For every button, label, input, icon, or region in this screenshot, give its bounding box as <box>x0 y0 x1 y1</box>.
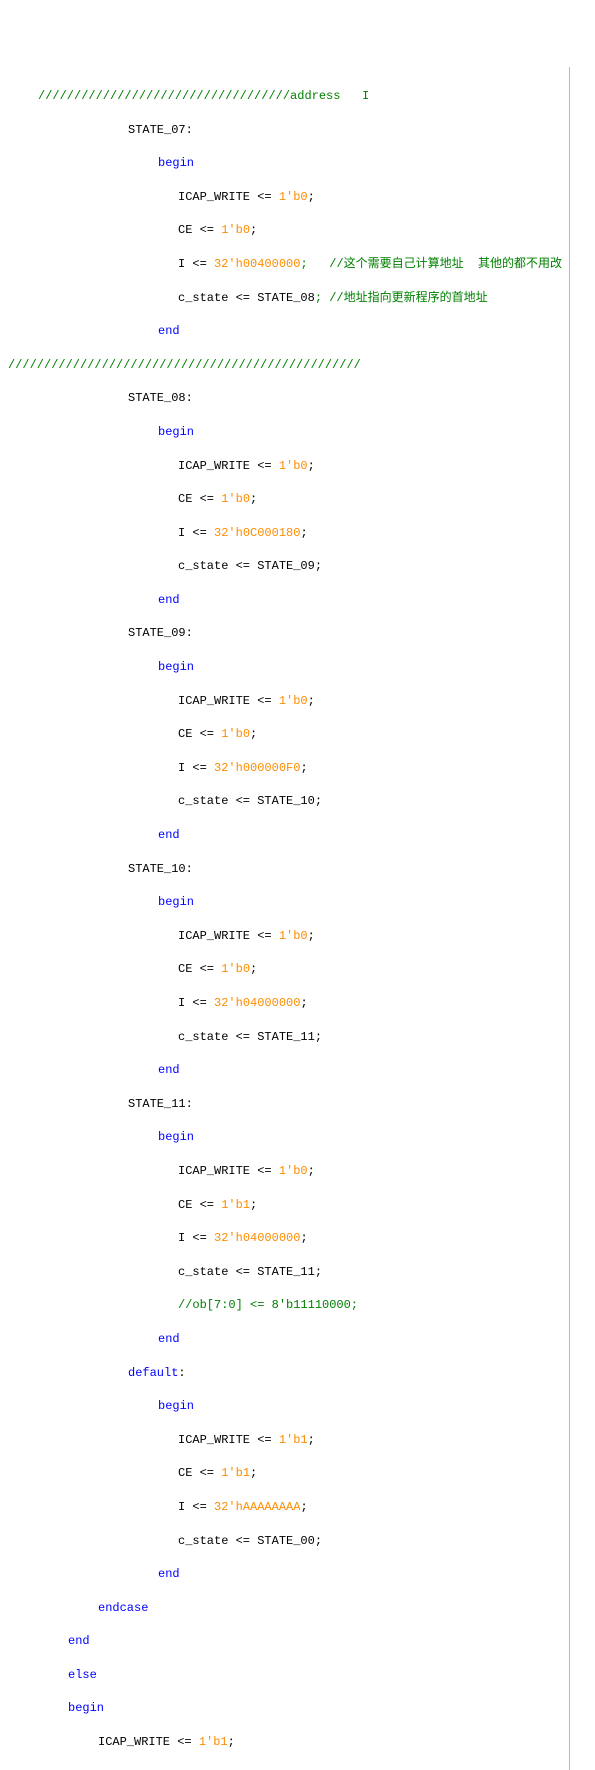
code-line: ICAP_WRITE <= 1'b1; <box>8 1734 561 1751</box>
code-line: c_state <= STATE_00; <box>8 1533 561 1550</box>
else-kw: else <box>8 1667 561 1684</box>
end-kw: end <box>8 1566 561 1583</box>
code-line: c_state <= STATE_11; <box>8 1029 561 1046</box>
code-line: ICAP_WRITE <= 1'b0; <box>8 928 561 945</box>
end-kw: end <box>8 592 561 609</box>
code-line: I <= 32'h04000000; <box>8 1230 561 1247</box>
code-line: I <= 32'h00400000; //这个需要自己计算地址 其他的都不用改 <box>8 256 561 273</box>
begin-kw: begin <box>8 659 561 676</box>
code-editor: ///////////////////////////////////addre… <box>0 67 570 1770</box>
state-label: STATE_07: <box>8 122 561 139</box>
end-kw: end <box>8 1062 561 1079</box>
begin-kw: begin <box>8 1129 561 1146</box>
comment-line: //ob[7:0] <= 8'b11110000; <box>8 1297 561 1314</box>
code-line: c_state <= STATE_08; //地址指向更新程序的首地址 <box>8 290 561 307</box>
code-line: CE <= 1'b1; <box>8 1465 561 1482</box>
code-line: CE <= 1'b0; <box>8 961 561 978</box>
code-line: CE <= 1'b0; <box>8 222 561 239</box>
default-label: default: <box>8 1365 561 1382</box>
code-line: ICAP_WRITE <= 1'b0; <box>8 693 561 710</box>
code-line: ICAP_WRITE <= 1'b0; <box>8 1163 561 1180</box>
code-line: c_state <= STATE_09; <box>8 558 561 575</box>
state-label: STATE_09: <box>8 625 561 642</box>
code-line: I <= 32'hAAAAAAAA; <box>8 1499 561 1516</box>
code-line: CE <= 1'b1; <box>8 1197 561 1214</box>
code-line: I <= 32'h04000000; <box>8 995 561 1012</box>
code-line: c_state <= STATE_10; <box>8 793 561 810</box>
end-kw: end <box>8 323 561 340</box>
end-kw: end <box>8 1331 561 1348</box>
code-line: CE <= 1'b0; <box>8 726 561 743</box>
begin-kw: begin <box>8 155 561 172</box>
code-line: I <= 32'h000000F0; <box>8 760 561 777</box>
end-kw: end <box>8 827 561 844</box>
begin-kw: begin <box>8 1700 561 1717</box>
endcase-kw: endcase <box>8 1600 561 1617</box>
code-line: c_state <= STATE_11; <box>8 1264 561 1281</box>
code-line: I <= 32'h0C000180; <box>8 525 561 542</box>
comment-line: ///////////////////////////////////addre… <box>8 88 561 105</box>
code-line: ICAP_WRITE <= 1'b1; <box>8 1432 561 1449</box>
state-label: STATE_11: <box>8 1096 561 1113</box>
code-line: CE <= 1'b1; <box>8 1768 561 1770</box>
begin-kw: begin <box>8 424 561 441</box>
state-label: STATE_10: <box>8 861 561 878</box>
code-line: ICAP_WRITE <= 1'b0; <box>8 189 561 206</box>
state-label: STATE_08: <box>8 390 561 407</box>
end-kw: end <box>8 1633 561 1650</box>
comment-divider: ////////////////////////////////////////… <box>8 357 561 374</box>
code-line: CE <= 1'b0; <box>8 491 561 508</box>
code-line: ICAP_WRITE <= 1'b0; <box>8 458 561 475</box>
begin-kw: begin <box>8 1398 561 1415</box>
begin-kw: begin <box>8 894 561 911</box>
